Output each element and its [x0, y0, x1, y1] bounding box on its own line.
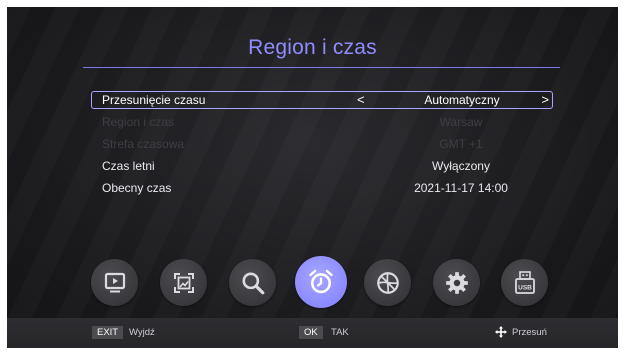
bottom-hint-bar: EXIT Wyjdź OK TAK Przesuń — [7, 318, 618, 348]
row-label: Obecny czas — [102, 181, 172, 195]
exit-key[interactable]: EXIT — [92, 326, 124, 339]
exit-label: Wyjdź — [129, 327, 155, 338]
arrow-left-icon[interactable]: < — [357, 92, 365, 108]
arrow-right-icon[interactable]: > — [541, 92, 549, 108]
row-value: Automatyczny — [424, 93, 500, 107]
usb-icon-label: USB — [518, 284, 532, 291]
gear-icon[interactable] — [433, 259, 480, 306]
row-value: 2021-11-17 14:00 — [414, 181, 508, 195]
row-value: GMT +1 — [439, 137, 483, 151]
settings-screen: Region i czas Przesunięcie czasu < Autom… — [7, 7, 618, 348]
network-icon[interactable] — [364, 259, 411, 306]
tv-icon[interactable] — [91, 259, 138, 306]
ok-label: TAK — [331, 327, 349, 338]
alarm-clock-icon[interactable] — [295, 256, 347, 308]
row-label: Strefa czasowa — [102, 137, 185, 151]
row-daylight-saving[interactable]: Czas letni Wyłączony — [91, 157, 553, 175]
usb-icon[interactable]: USB — [501, 259, 548, 306]
row-label: Region i czas — [102, 115, 175, 129]
row-label: Czas letni — [102, 159, 155, 173]
title-divider — [83, 67, 560, 68]
row-timezone: Strefa czasowa GMT +1 — [91, 135, 553, 153]
move-arrows-icon — [494, 325, 508, 342]
search-icon[interactable] — [229, 259, 276, 306]
menu-icon-bar: USB — [7, 255, 618, 311]
row-value: Wyłączony — [432, 159, 490, 173]
row-current-time[interactable]: Obecny czas 2021-11-17 14:00 — [91, 179, 553, 197]
row-time-offset[interactable]: Przesunięcie czasu < Automatyczny > — [91, 91, 553, 109]
move-label: Przesuń — [512, 327, 547, 338]
picture-icon[interactable] — [160, 259, 207, 306]
row-region: Region i czas Warsaw — [91, 113, 553, 131]
row-label: Przesunięcie czasu — [102, 93, 206, 107]
page-title: Region i czas — [248, 36, 377, 59]
ok-key[interactable]: OK — [299, 326, 323, 339]
row-value: Warsaw — [439, 115, 483, 129]
